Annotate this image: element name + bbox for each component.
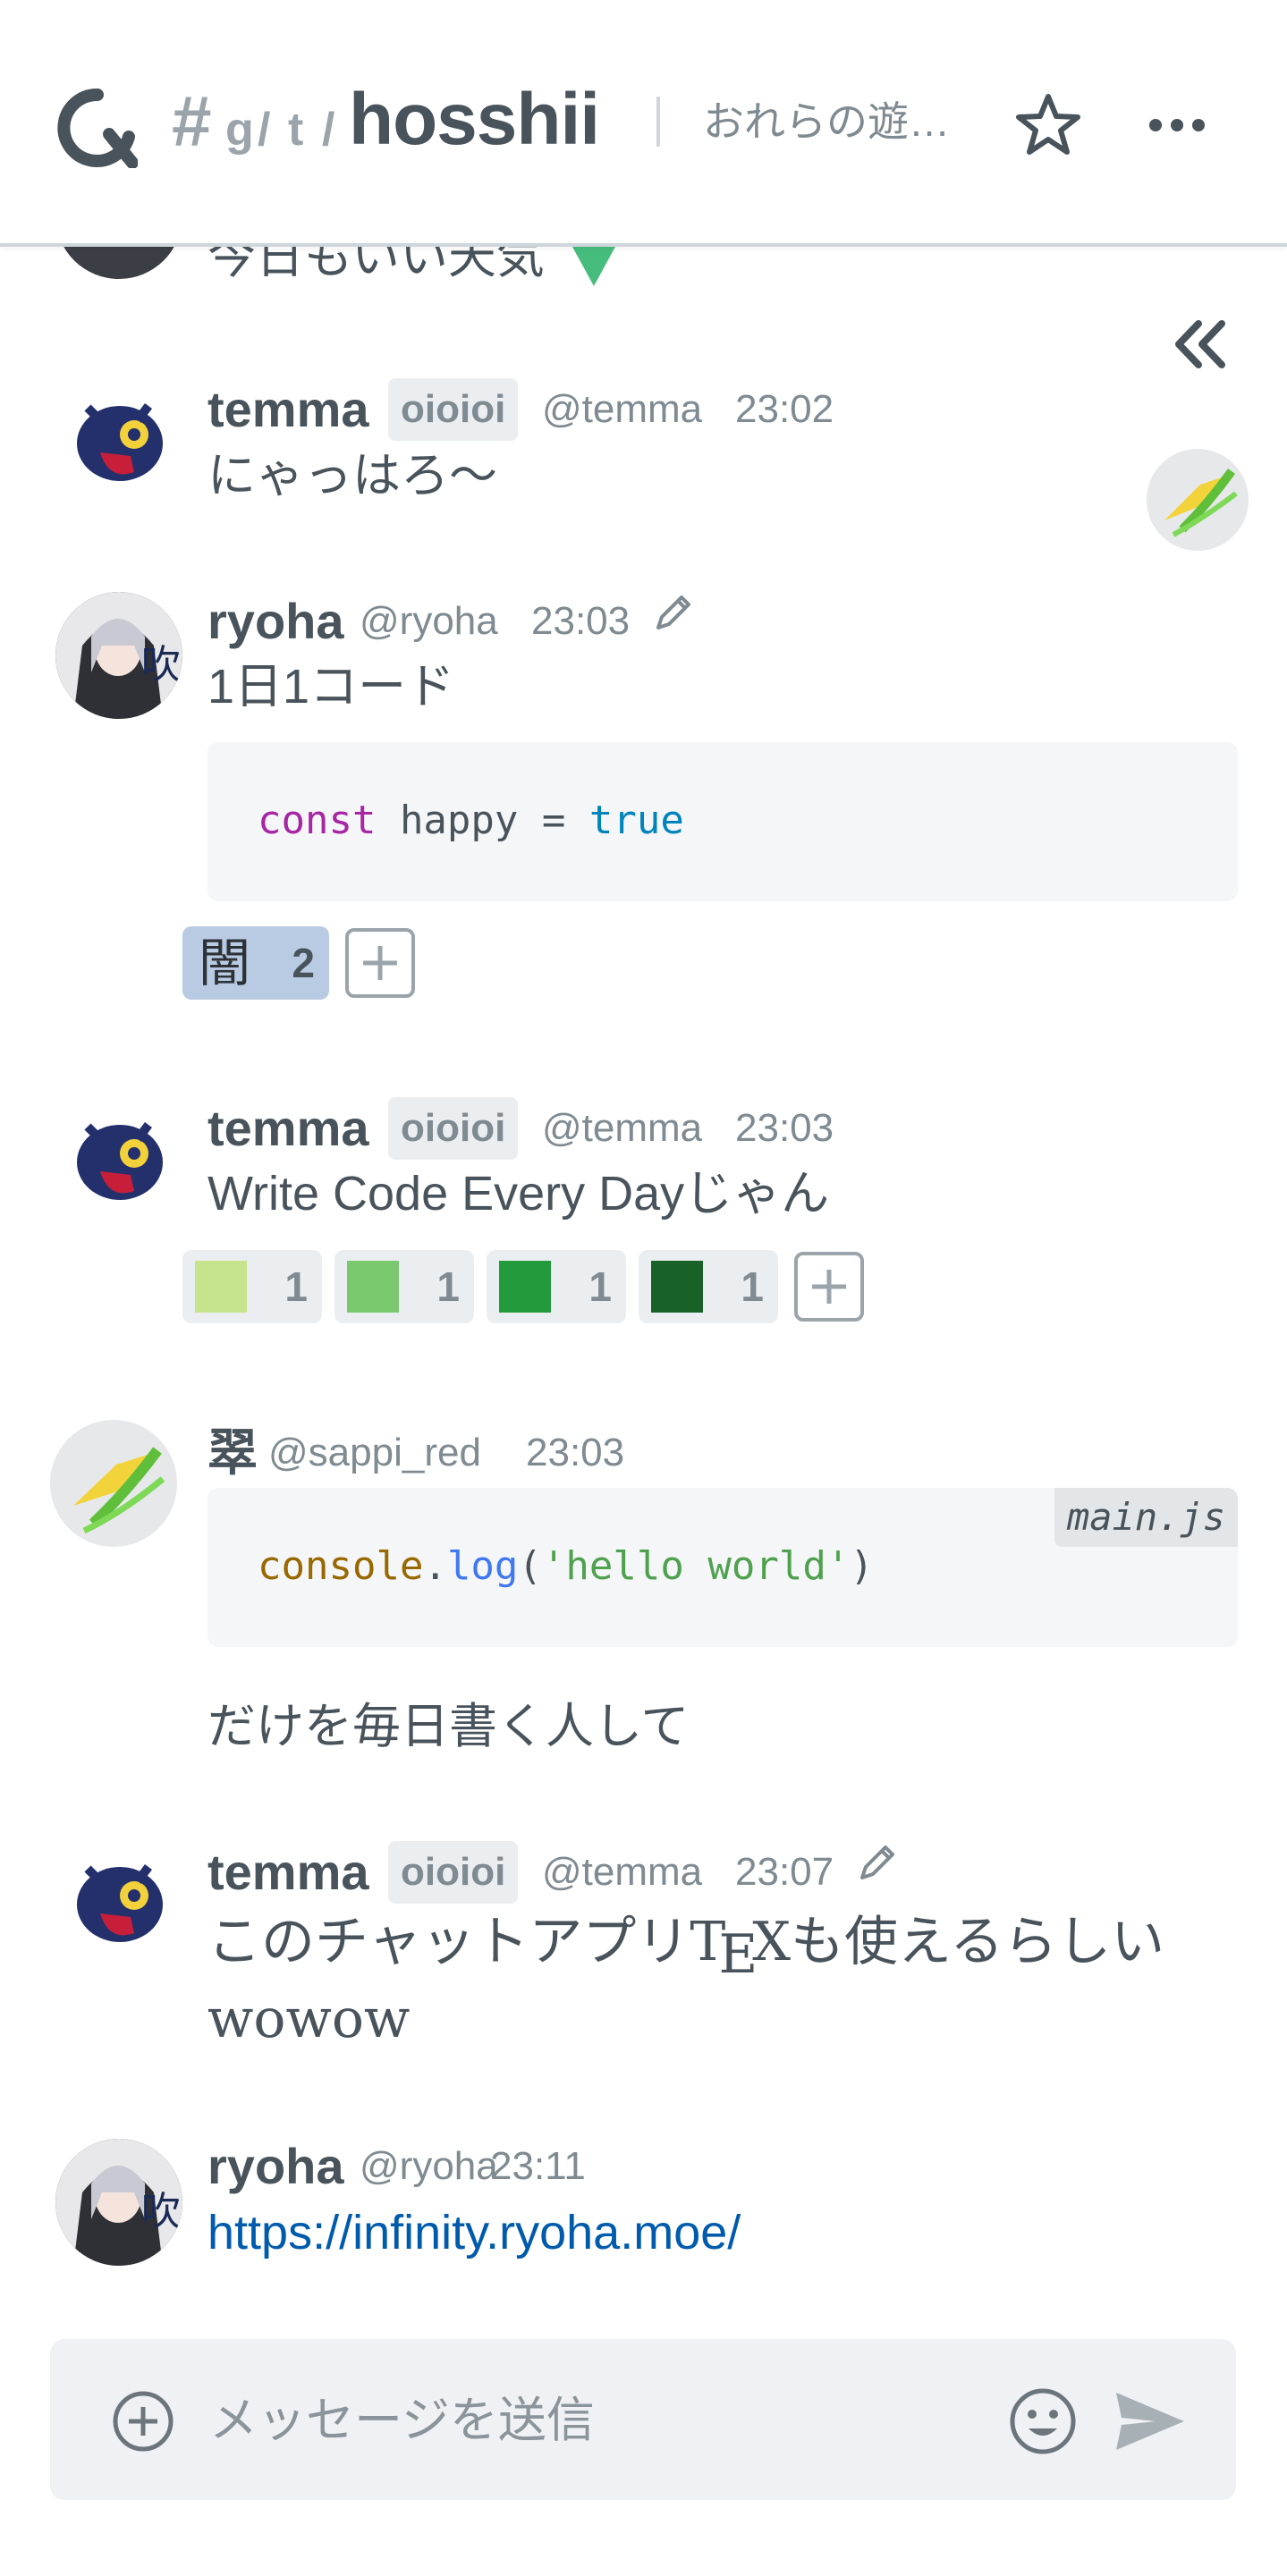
stamp-chip[interactable]: 闇 2 (182, 926, 329, 1000)
username[interactable]: ryoha (207, 590, 344, 653)
username[interactable]: 翠 (207, 1422, 258, 1484)
stamp-count: 1 (284, 1263, 308, 1310)
stamp-swatch (651, 1261, 703, 1313)
user-handle: @sappi_red (268, 1431, 481, 1474)
code-line: console.log('hello world') (258, 1538, 874, 1595)
message-text: Write Code Every Dayじゃん (207, 1167, 830, 1220)
code-ident: happy = (376, 798, 589, 843)
tex-logo: TEX (690, 1911, 791, 1986)
channel-path-sep: / (322, 104, 335, 156)
username[interactable]: temma (207, 1097, 369, 1160)
code-method: log (446, 1543, 519, 1589)
avatar[interactable]: 吹 (55, 2139, 182, 2266)
code-punct: ( (518, 1543, 542, 1589)
stamp-glyph: 闇 (199, 933, 251, 993)
avatar[interactable] (50, 1420, 177, 1547)
triangle-emoji-icon (572, 247, 615, 286)
channel-path-sep: / (258, 104, 271, 156)
message-text: にゃっはろ〜 (207, 449, 497, 503)
code-line: const happy = true (258, 792, 684, 849)
username[interactable]: temma (207, 1841, 369, 1904)
channel-name: hosshii (349, 79, 600, 160)
viewer-avatar[interactable] (1147, 449, 1249, 551)
message-time: 23:11 (490, 2144, 586, 2188)
add-stamp-button[interactable] (345, 928, 415, 998)
message-link[interactable]: https://infinity.ryoha.moe/ (207, 2201, 741, 2264)
user-handle: @ryoha (360, 2144, 498, 2188)
code-object: console (258, 1543, 424, 1589)
pencil-icon (860, 1845, 894, 1879)
avatar[interactable] (55, 1100, 182, 1227)
header-divider (656, 97, 660, 147)
code-block: main.js console.log('hello world') (207, 1488, 1238, 1647)
traq-logo-icon[interactable] (57, 88, 138, 168)
star-icon[interactable] (1012, 89, 1084, 161)
avatar[interactable] (55, 1842, 182, 1969)
stamp-swatch (195, 1261, 247, 1313)
user-badge: oioioi (388, 1097, 519, 1160)
stamp-count: 1 (741, 1263, 764, 1310)
user-handle: @ryoha (360, 599, 498, 643)
svg-text:吹: 吹 (141, 642, 181, 688)
channel-path-part[interactable]: g (225, 98, 254, 161)
stamp-chip[interactable]: 1 (487, 1250, 626, 1323)
message-composer (0, 2307, 1287, 2576)
stamp-chip[interactable]: 1 (334, 1250, 474, 1323)
stamp-chip[interactable]: 1 (639, 1250, 778, 1323)
composer-bar (50, 2339, 1236, 2500)
message-text-part: このチャットアプリ (207, 1911, 690, 1973)
plus-circle-icon[interactable] (111, 2389, 175, 2454)
stamp-swatch (347, 1261, 399, 1313)
code-filename: main.js (1054, 1488, 1238, 1547)
code-block: const happy = true (207, 742, 1238, 901)
username[interactable]: ryoha (207, 2135, 344, 2198)
stamp-swatch (499, 1261, 551, 1313)
more-icon[interactable] (1141, 89, 1213, 161)
message-time: 23:07 (735, 1850, 834, 1894)
stamp-count: 1 (588, 1263, 612, 1310)
chevrons-left-icon[interactable] (1168, 313, 1231, 376)
stamp-chip[interactable]: 1 (182, 1250, 322, 1323)
emoji-icon[interactable] (1007, 2386, 1079, 2457)
user-badge: oioioi (388, 378, 519, 441)
channel-header: # g / t / hosshii おれらの遊… (0, 0, 1287, 247)
send-icon[interactable] (1111, 2386, 1188, 2457)
code-punct: ) (850, 1543, 874, 1589)
user-badge: oioioi (388, 1841, 519, 1904)
code-literal: true (588, 798, 684, 843)
user-handle: @temma (542, 1106, 703, 1150)
channel-hash: # (172, 81, 212, 161)
svg-text:吹: 吹 (141, 2189, 181, 2234)
message-input[interactable] (207, 2375, 1034, 2466)
message-time: 23:03 (735, 1106, 834, 1150)
message-text-part: も使えるらしい (790, 1911, 1165, 1973)
stamp-count: 2 (292, 940, 315, 986)
tex-letter: E (718, 1923, 758, 1986)
channel-topic[interactable]: おれらの遊… (703, 95, 950, 148)
user-handle: @temma (542, 387, 703, 431)
user-handle: @temma (542, 1850, 703, 1894)
pencil-icon (656, 595, 690, 629)
message-time: 23:03 (526, 1431, 625, 1474)
code-punct: . (423, 1543, 447, 1589)
message-time: 23:03 (531, 599, 631, 643)
message-text: だけを毎日書く人して (207, 1700, 690, 1753)
avatar[interactable] (55, 381, 182, 508)
message-text: 1日1コード (207, 660, 455, 714)
code-string: 'hello world' (541, 1543, 851, 1589)
add-stamp-button[interactable] (794, 1252, 864, 1322)
message-text: このチャットアプリTEXも使えるらしい (207, 1906, 1165, 1986)
message-time: 23:02 (735, 387, 834, 431)
avatar[interactable]: 吹 (55, 592, 182, 719)
tex-letter: X (752, 1911, 791, 1973)
message-text-line2: wowow (207, 1988, 411, 2050)
channel-path-part[interactable]: t (288, 98, 303, 161)
code-keyword: const (258, 798, 377, 843)
username[interactable]: temma (207, 378, 369, 441)
stamp-count: 1 (436, 1263, 460, 1310)
